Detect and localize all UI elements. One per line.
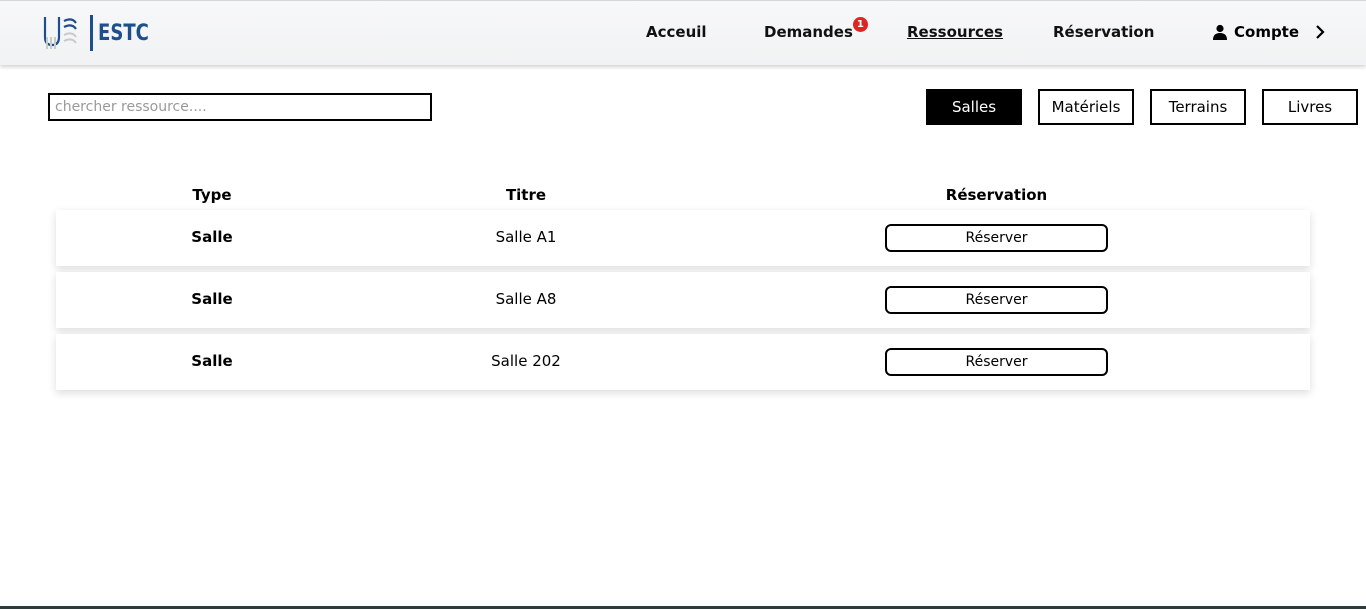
account-menu[interactable]: Compte	[1212, 23, 1327, 41]
row-title: Salle 202	[491, 352, 561, 370]
filter-materiels[interactable]: Matériels	[1038, 89, 1134, 125]
nav-ressources[interactable]: Ressources	[907, 23, 1003, 41]
reserve-button[interactable]: Réserver	[885, 348, 1108, 376]
notification-badge: 1	[852, 17, 868, 32]
logo[interactable]: ESTC	[42, 15, 160, 51]
nav-reservation[interactable]: Réservation	[1053, 23, 1154, 41]
row-type: Salle	[191, 352, 233, 370]
column-header-reservation: Réservation	[945, 186, 1048, 204]
user-icon	[1213, 24, 1227, 40]
nav-demandes-label: Demandes	[764, 23, 853, 41]
filter-salles[interactable]: Salles	[926, 89, 1022, 125]
nav-acceuil[interactable]: Acceuil	[646, 23, 707, 41]
table-row: Salle Salle 202 Réserver	[56, 334, 1310, 390]
row-type: Salle	[191, 290, 233, 308]
row-title: Salle A8	[495, 290, 557, 308]
filter-livres[interactable]: Livres	[1262, 89, 1358, 125]
row-title: Salle A1	[495, 228, 557, 246]
account-label: Compte	[1234, 23, 1300, 41]
table-row: Salle Salle A8 Réserver	[56, 272, 1310, 328]
column-header-title: Titre	[505, 186, 547, 204]
row-type: Salle	[191, 228, 233, 246]
column-header-type: Type	[192, 186, 232, 204]
reserve-button[interactable]: Réserver	[885, 224, 1108, 252]
table-row: Salle Salle A1 Réserver	[56, 210, 1310, 266]
university-logo-icon	[43, 15, 93, 51]
chevron-right-icon	[1316, 25, 1325, 39]
top-navbar: ESTC Acceuil Demandes 1 Ressources Réser…	[0, 0, 1366, 65]
reserve-button[interactable]: Réserver	[885, 286, 1108, 314]
nav-demandes[interactable]: Demandes 1	[764, 17, 868, 41]
filter-terrains[interactable]: Terrains	[1150, 89, 1246, 125]
search-input[interactable]	[48, 93, 432, 121]
brand-text: ESTC	[98, 20, 149, 46]
